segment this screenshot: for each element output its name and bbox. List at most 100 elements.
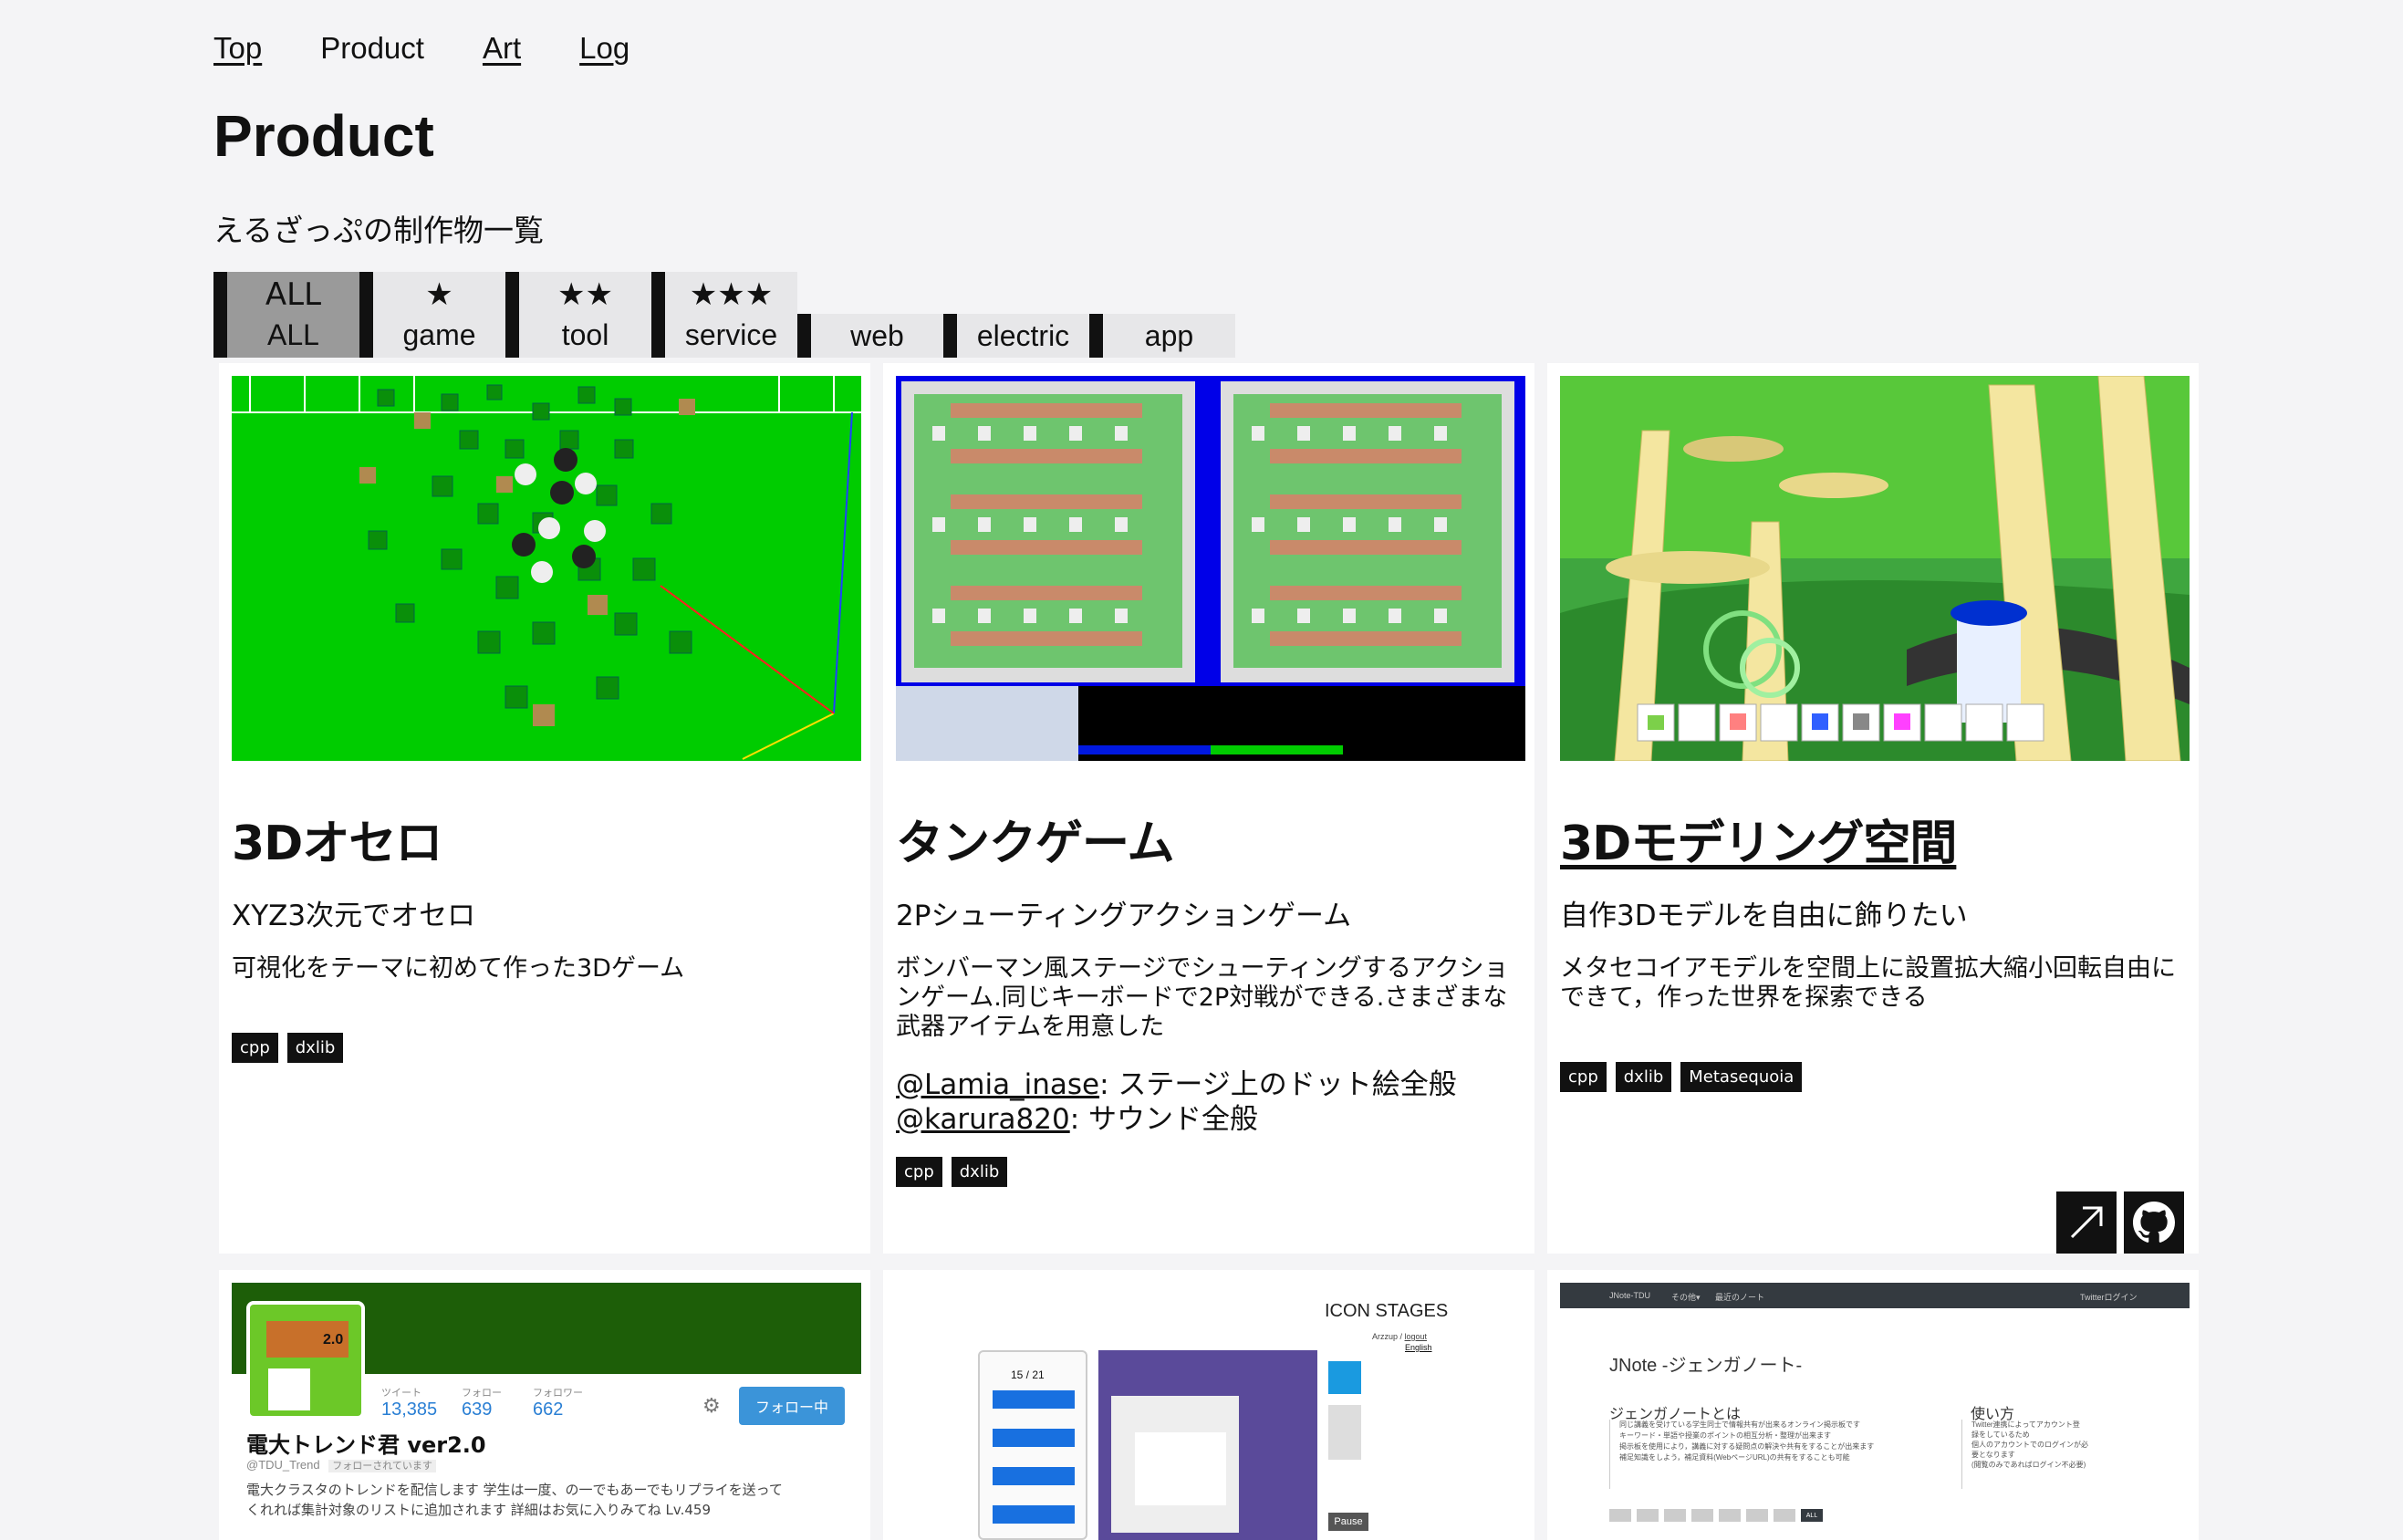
language-link[interactable]: English [1405,1343,1432,1352]
nav-log-link[interactable]: Log [579,31,629,66]
page-title: Product [213,103,434,169]
filter-web-label: web [850,319,904,352]
page-subtitle: えるざっぷの制作物一覧 [213,213,545,248]
filter-app[interactable]: app [1089,314,1235,358]
about-line: 同じ講義を受けている学生同士で情報共有が出来るオンライン掲示板です [1619,1420,1860,1429]
card-title: 3Dオセロ [232,817,442,871]
tag-dxlib[interactable]: dxlib [286,1033,344,1063]
jnote-filter-buttons: ALL [1609,1509,1823,1522]
product-card-tank-game: タンクゲーム 2Pシューティングアクションゲーム ボンバーマン風ステージでシュー… [883,363,1534,1254]
handle-text: @TDU_Trend [246,1458,320,1472]
tweets-label: ツイート [381,1388,421,1399]
following-label: フォロー [462,1388,502,1399]
about-line: 掲示板を使用により，講義に対する疑問点の解決や共有をすることが出来ます [1619,1442,1875,1451]
about-line: 補足知識をしよう，補足資料(WebページURL)の共有をすることも可能 [1619,1453,1850,1462]
tag-list: cpp dxlib [232,1033,344,1063]
settings-gear-icon[interactable]: ⚙ [702,1394,721,1418]
filter-service[interactable]: ★★★ service [651,272,797,358]
filter-game-label: game [402,318,476,351]
filter-service-stars: ★★★ [689,276,774,313]
card-description: 可視化をテーマに初めて作った3Dゲーム [232,954,685,983]
filter-tool[interactable]: ★★ tool [505,272,651,358]
profile-name: 電大トレンド君 ver2.0 [246,1432,486,1458]
filter-all-stars: ALL [265,276,322,313]
card-tagline: 自作3Dモデルを自由に飾りたい [1560,900,1968,932]
side-panel-tile [1328,1361,1361,1394]
jnote-filter-button[interactable] [1609,1509,1631,1522]
usage-line: 要となります [1971,1451,2015,1459]
jnote-nav-other[interactable]: その他▾ [1671,1291,1701,1303]
nav-product-link[interactable]: Product [320,31,424,66]
filter-tabs: ALL ALL ★ game ★★ tool ★★★ service web e… [213,272,1235,358]
tag-cpp[interactable]: cpp [232,1033,278,1063]
jnote-filter-button[interactable] [1774,1509,1795,1522]
jnote-brand[interactable]: JNote-TDU [1609,1291,1650,1300]
jnote-usage-text: Twitter連携によってアカウント登 録をしているため 個人のアカウントでのロ… [1961,1420,2117,1489]
card-title-link[interactable]: 3Dモデリング空間 [1560,805,1957,873]
jnote-filter-button[interactable] [1746,1509,1768,1522]
game-board[interactable] [1098,1350,1317,1540]
card-description: メタセコイアモデルを空間上に設置拡大縮小回転自由にできて，作った世界を探索できる [1560,954,2176,1012]
jnote-nav-recent[interactable]: 最近のノート [1715,1291,1764,1303]
credit-handle-link[interactable]: @Lamia_inase [896,1068,1099,1101]
tank-game-screenshot [896,376,1525,761]
tag-cpp[interactable]: cpp [896,1157,942,1187]
card-tagline: XYZ3次元でオセロ [232,900,476,932]
jnote-filter-all-button[interactable]: ALL [1801,1509,1823,1522]
external-link-icon [2070,1206,2103,1239]
credit-row: @karura820: サウンド全般 [896,1102,1457,1137]
following-count[interactable]: 639 [462,1400,492,1420]
filter-game[interactable]: ★ game [359,272,505,358]
filter-all-label: ALL [267,318,319,351]
credit-role: : サウンド全般 [1069,1103,1259,1136]
filter-electric-label: electric [976,319,1070,352]
tag-dxlib[interactable]: dxlib [1615,1062,1672,1092]
nav-art-link[interactable]: Art [483,31,521,66]
jnote-filter-button[interactable] [1719,1509,1741,1522]
tag-cpp[interactable]: cpp [1560,1062,1607,1092]
nav-top-link[interactable]: Top [213,31,262,66]
avatar-badge: 2.0 [323,1332,344,1348]
credit-handle-link[interactable]: @karura820 [896,1103,1070,1136]
stage-counter: 15 / 21 [1011,1368,1045,1381]
filter-app-label: app [1144,319,1194,352]
jnote-nav-login[interactable]: Twitterログイン [2080,1291,2138,1303]
follows-you-badge: フォローされています [328,1460,436,1472]
followers-count[interactable]: 662 [533,1400,563,1420]
external-link-button[interactable] [2056,1191,2117,1254]
avatar: 2.0 [246,1301,365,1420]
about-line: キーワード・単語や授業のポイントの相互分析・整理が出来ます [1619,1431,1831,1440]
card-title: タンクゲーム [896,817,1174,871]
trend-bot-screenshot: 2.0 ツイート 13,385 フォロー 639 フォロワー 662 ⚙ フォロ… [232,1283,861,1540]
filter-all[interactable]: ALL ALL [213,272,359,358]
product-card-3d-othello: 3Dオセロ XYZ3次元でオセロ 可視化をテーマに初めて作った3Dゲーム cpp… [219,363,870,1254]
jnote-heading: JNote -ジェンガノート- [1609,1356,1803,1376]
filter-tool-stars: ★★ [557,276,613,313]
usage-line: 個人のアカウントでのログインが必 [1971,1441,2088,1449]
user-text: Arzzup / [1372,1332,1403,1341]
tag-list: cpp dxlib Metasequoia [1560,1062,1803,1092]
followers-label: フォロワー [533,1388,583,1399]
follow-button[interactable]: フォロー中 [739,1387,845,1425]
usage-line: 録をしているため [1971,1431,2030,1439]
filter-web[interactable]: web [797,314,943,358]
jnote-filter-button[interactable] [1691,1509,1713,1522]
credit-role: : ステージ上のドット絵全般 [1099,1068,1457,1101]
github-button[interactable] [2124,1191,2184,1254]
jnote-screenshot: JNote-TDU その他▾ 最近のノート Twitterログイン JNote … [1560,1283,2190,1540]
tag-metasequoia[interactable]: Metasequoia [1680,1062,1803,1092]
credits: @Lamia_inase: ステージ上のドット絵全般 @karura820: サ… [896,1067,1457,1137]
pause-button[interactable]: Pause [1328,1513,1368,1531]
logout-link[interactable]: logout [1405,1332,1428,1341]
icon-stages-title: ICON STAGES [1325,1301,1449,1321]
tweets-count[interactable]: 13,385 [381,1400,437,1420]
jnote-filter-button[interactable] [1637,1509,1659,1522]
jnote-filter-button[interactable] [1664,1509,1686,1522]
github-icon [2133,1202,2175,1243]
jnote-navbar: JNote-TDU その他▾ 最近のノート Twitterログイン [1560,1283,2190,1308]
filter-electric[interactable]: electric [943,314,1089,358]
tag-dxlib[interactable]: dxlib [951,1157,1008,1187]
modeling-screenshot [1560,376,2190,761]
product-card-trend-bot: 2.0 ツイート 13,385 フォロー 639 フォロワー 662 ⚙ フォロ… [219,1270,870,1540]
product-card-jnote: JNote-TDU その他▾ 最近のノート Twitterログイン JNote … [1547,1270,2199,1540]
